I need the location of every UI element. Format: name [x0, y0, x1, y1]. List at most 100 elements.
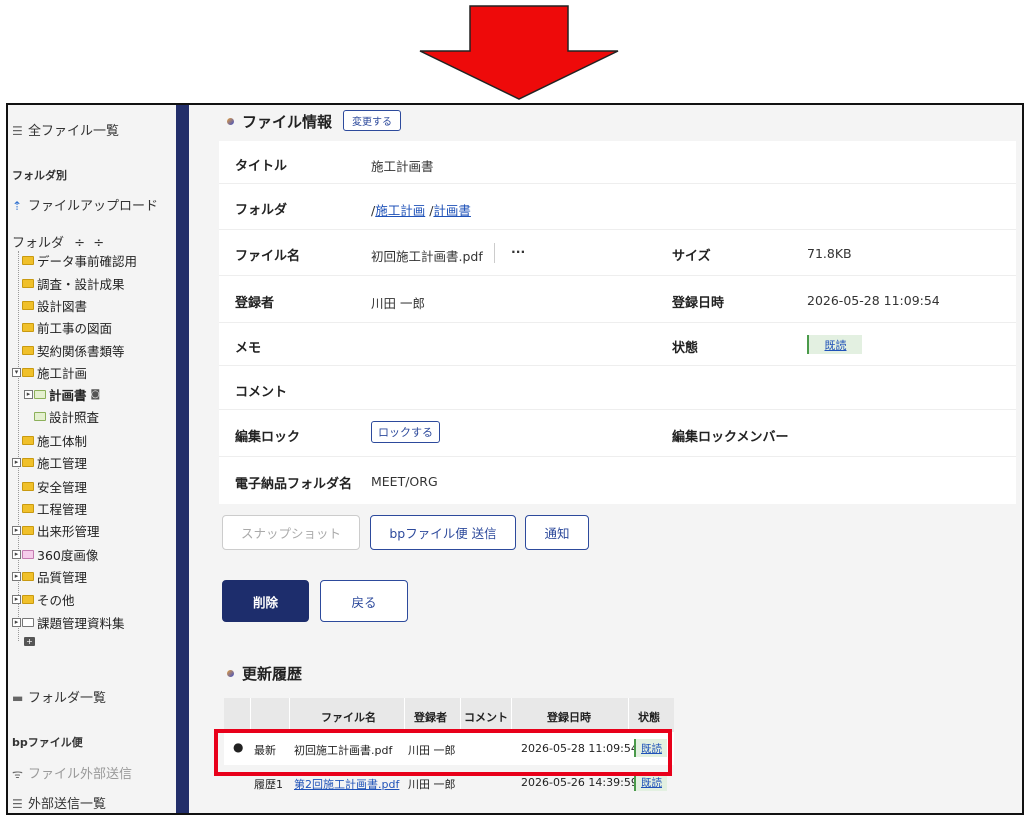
- sidebar-item-folder[interactable]: データ事前確認用: [12, 250, 137, 270]
- expand-toggle-icon[interactable]: ▾: [12, 367, 21, 377]
- all-files-link[interactable]: ☰ 全ファイル一覧: [12, 120, 119, 139]
- bullet-icon: [227, 118, 234, 125]
- camera-icon[interactable]: ◙: [91, 389, 101, 400]
- history-heading: 更新履歴: [227, 663, 302, 684]
- main-content: ファイル情報 変更する タイトル 施工計画書 フォルダ /施工計画 /計画書 フ…: [189, 105, 1022, 813]
- row-memo: メモ 状態 既読: [219, 323, 1016, 366]
- folder-icon: [22, 549, 34, 559]
- col-filename[interactable]: ファイル名: [321, 709, 376, 725]
- sidebar-item-label: その他: [37, 592, 75, 608]
- expand-toggle-icon[interactable]: ▸: [12, 617, 21, 627]
- delete-button[interactable]: 削除: [222, 580, 309, 622]
- file-link[interactable]: 第2回施工計画書.pdf: [294, 776, 399, 792]
- folder-icon: [22, 525, 34, 535]
- title-value: 施工計画書: [371, 159, 434, 174]
- folder-icon: [22, 435, 34, 445]
- wifi-icon: ᯤ: [12, 767, 23, 781]
- upload-link[interactable]: ⇡ ファイルアップロード: [12, 195, 158, 214]
- folder-icon: [22, 255, 34, 265]
- sidebar-item-folder[interactable]: 契約関係書類等: [12, 340, 125, 360]
- expand-toggle-icon[interactable]: ▸: [12, 457, 21, 467]
- sidebar-item-folder[interactable]: ▸ 施工管理: [12, 452, 87, 472]
- sidebar-item-folder[interactable]: 安全管理: [12, 476, 87, 496]
- lock-member-label: 編集ロックメンバー: [672, 430, 789, 445]
- sidebar-item-label: データ事前確認用: [37, 253, 138, 269]
- lock-label: 編集ロック: [235, 430, 301, 445]
- expand-toggle-icon[interactable]: ▸: [12, 525, 21, 535]
- bp-send-button[interactable]: bpファイル便 送信: [370, 515, 516, 550]
- filename-value: 初回施工計画書.pdf: [371, 249, 483, 264]
- file-info-heading: ファイル情報: [227, 111, 332, 132]
- sidebar-item-label: 設計照査: [49, 409, 100, 425]
- lock-button[interactable]: ロックする: [371, 421, 440, 443]
- registrant-value: 川田 一郎: [371, 296, 425, 311]
- folder-icon: [22, 322, 34, 332]
- filename-label: ファイル名: [235, 249, 301, 264]
- title-label: タイトル: [235, 159, 288, 174]
- sidebar-item-label: 品質管理: [37, 569, 88, 585]
- status-label: 状態: [672, 341, 699, 356]
- sidebar-item-label: 契約関係書類等: [37, 343, 125, 359]
- sidebar-item-label: 計画書: [49, 387, 87, 403]
- folder-link-sekokeikaku[interactable]: 施工計画: [375, 203, 425, 218]
- sidebar-item-folder[interactable]: ▸ 出来形管理: [12, 520, 100, 540]
- folder-link-keikakusho[interactable]: 計画書: [433, 203, 471, 218]
- sidebar-item-label: 360度画像: [37, 547, 99, 563]
- sidebar-item-folder[interactable]: 工程管理: [12, 498, 87, 518]
- sidebar-divider: [176, 105, 189, 813]
- row-title: タイトル 施工計画書: [219, 141, 1016, 184]
- expand-toggle-icon[interactable]: ▸: [24, 389, 33, 399]
- status-badge[interactable]: 既読: [807, 335, 862, 354]
- col-status[interactable]: 状態: [638, 709, 660, 725]
- sidebar-item-folder[interactable]: 調査・設計成果: [12, 273, 125, 293]
- expand-all-icon[interactable]: ÷: [74, 236, 85, 251]
- list-icon: ☰: [12, 797, 23, 811]
- list-icon: ☰: [12, 124, 23, 138]
- separator: [494, 243, 495, 263]
- sidebar-item-folder[interactable]: ▾ 施工計画: [12, 362, 87, 382]
- more-menu-icon[interactable]: ···: [511, 244, 525, 259]
- efolder-label: 電子納品フォルダ名: [235, 477, 353, 492]
- notify-button[interactable]: 通知: [525, 515, 589, 550]
- sidebar-item-label: 施工管理: [37, 455, 88, 471]
- sidebar-item-folder[interactable]: ▸ 課題管理資料集: [12, 612, 125, 632]
- expand-toggle-icon[interactable]: ▸: [12, 571, 21, 581]
- external-send-link[interactable]: ᯤ ファイル外部送信: [12, 763, 132, 782]
- back-button[interactable]: 戻る: [320, 580, 408, 622]
- folder-icon: [22, 367, 34, 377]
- sidebar-item-folder[interactable]: ▸ 品質管理: [12, 566, 87, 586]
- sidebar-item-folder[interactable]: ▸ 計画書 ◙: [24, 384, 100, 404]
- folder-icon: [22, 503, 34, 513]
- memo-label: メモ: [235, 341, 262, 356]
- sidebar-item-folder[interactable]: 設計図書: [12, 295, 87, 315]
- col-registrant[interactable]: 登録者: [414, 709, 447, 725]
- row-folder: フォルダ /施工計画 /計画書: [219, 184, 1016, 230]
- row-lock: 編集ロック ロックする 編集ロックメンバー: [219, 410, 1016, 457]
- sidebar: ☰ 全ファイル一覧 フォルダ別 ⇡ ファイルアップロード フォルダ ÷ ÷ データ事…: [8, 105, 176, 813]
- date-cell: 2026-05-26 14:39:59: [521, 776, 638, 789]
- sidebar-item-folder[interactable]: 施工体制: [12, 430, 87, 450]
- change-button[interactable]: 変更する: [343, 110, 401, 131]
- size-value: 71.8KB: [807, 246, 852, 261]
- sidebar-item-folder[interactable]: 設計照査: [24, 406, 99, 426]
- sidebar-item-folder[interactable]: 前工事の図面: [12, 317, 112, 337]
- sidebar-item-label: 設計図書: [37, 298, 88, 314]
- efolder-value: MEET/ORG: [371, 474, 438, 489]
- col-comment[interactable]: コメント: [464, 709, 508, 725]
- send-list-link[interactable]: ☰ 外部送信一覧: [12, 793, 106, 812]
- col-date[interactable]: 登録日時: [547, 709, 591, 725]
- snapshot-button[interactable]: スナップショット: [222, 515, 360, 550]
- folder-icon: [22, 481, 34, 491]
- row-efolder: 電子納品フォルダ名 MEET/ORG: [219, 457, 1016, 504]
- expand-toggle-icon[interactable]: ▸: [12, 549, 21, 559]
- sidebar-item-label: 調査・設計成果: [37, 276, 125, 292]
- add-folder-icon[interactable]: +: [24, 631, 35, 651]
- sidebar-item-folder[interactable]: ▸ その他: [12, 589, 75, 609]
- folder-icon: [22, 457, 34, 467]
- folder-list-link[interactable]: ▬ フォルダ一覧: [12, 687, 106, 706]
- expand-toggle-icon[interactable]: ▸: [12, 594, 21, 604]
- folder-icon: [22, 571, 34, 581]
- sidebar-item-folder[interactable]: ▸ 360度画像: [12, 544, 98, 564]
- collapse-all-icon[interactable]: ÷: [93, 236, 104, 251]
- version-cell: 履歴1: [254, 778, 283, 791]
